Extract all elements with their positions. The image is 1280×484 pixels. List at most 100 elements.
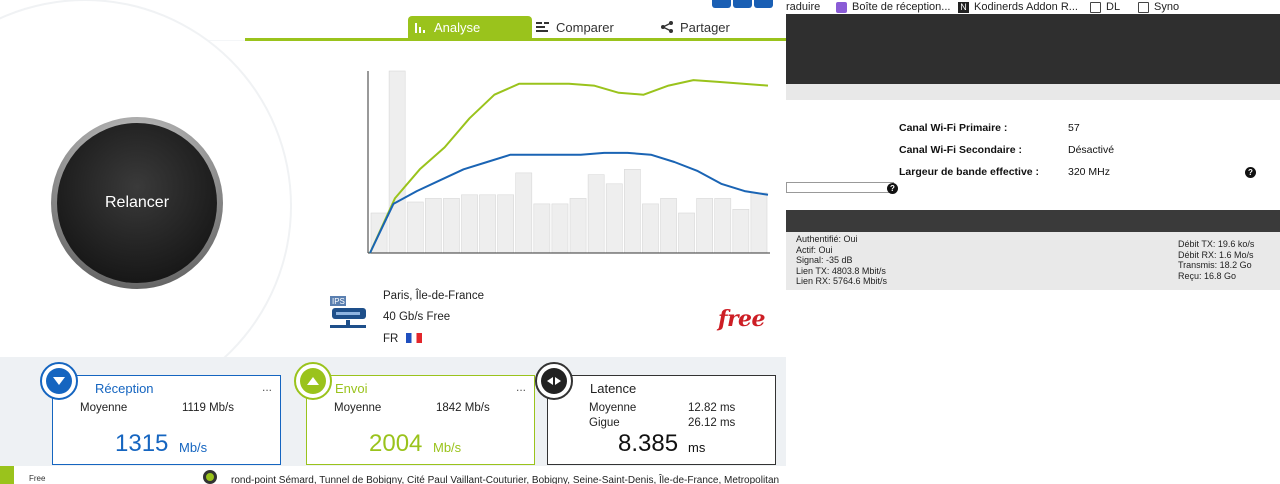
stat-left: Actif: Oui [796, 244, 833, 255]
mail-icon [836, 1, 847, 13]
tab-label: Analyse [434, 19, 481, 35]
tab-comparer[interactable]: Comparer [530, 16, 630, 38]
jitter-label: Gigue [589, 417, 620, 429]
upload-badge [294, 362, 332, 400]
user-icon[interactable] [733, 0, 752, 8]
free-logo: free [718, 306, 766, 332]
stat-left: Lien RX: 5764.6 Mbit/s [796, 276, 888, 286]
wifi-secondary-label: Canal Wi-Fi Secondaire : [899, 144, 1023, 156]
chart-bar [696, 198, 714, 254]
stat-left: Lien TX: 4803.8 Mbit/s [796, 265, 886, 276]
chart-bar [678, 212, 695, 254]
chart-bar [587, 174, 605, 254]
stat-right: Débit TX: 19.6 ko/s [1178, 239, 1255, 249]
chart-bar [425, 198, 442, 254]
reception-badge [40, 362, 78, 400]
bookmark-item[interactable]: N Kodinerds Addon R... [958, 0, 1078, 14]
avg-label: Moyenne [589, 402, 637, 414]
bookmark-item[interactable]: raduire [786, 0, 820, 14]
chart-bar [479, 194, 496, 254]
chart-bar [732, 209, 750, 254]
speed-unit: Mb/s [179, 440, 208, 455]
bookmark-label: raduire [786, 1, 821, 13]
chart-bar [551, 203, 569, 254]
reception-speed: 1315 [115, 430, 169, 457]
upload-arrow-icon [300, 368, 326, 394]
footer-tab[interactable] [0, 466, 14, 484]
bookmark-item[interactable]: DL [1090, 0, 1120, 14]
server-icon: IPS [330, 296, 366, 328]
reception-title: Réception [95, 381, 154, 396]
latency-card[interactable]: Latence Moyenne 12.82 ms Gigue 26.12 ms … [535, 362, 776, 465]
latency-arrows-icon [541, 368, 567, 394]
speedtest-panel: Analyse Comparer Partager Relancer IPS P… [0, 0, 786, 484]
admin-section-bar [786, 210, 1280, 232]
chart-bar [443, 198, 460, 254]
stat-left: Authentifié: Oui [796, 234, 858, 244]
stat-right: Transmis: 18.2 Go [1178, 260, 1252, 270]
server-location: Paris, Île-de-France [383, 290, 484, 302]
tab-label: Partager [680, 19, 730, 35]
address-text: rond-point Sémard, Tunnel de Bobigny, Ci… [231, 475, 780, 484]
speed-unit: Mb/s [433, 440, 462, 455]
chart-bar [660, 198, 677, 254]
compare-icon[interactable] [754, 0, 773, 8]
bandwidth-label: Largeur de bande effective : [899, 166, 1040, 178]
speed-chart [367, 70, 770, 254]
latency-unit: ms [688, 440, 706, 455]
chart-bar [406, 201, 424, 254]
wifi-primary-label: Canal Wi-Fi Primaire : [899, 122, 1008, 134]
latency-value: 8.385 [618, 430, 679, 457]
wifi-secondary-value: Désactivé [1068, 144, 1115, 156]
chart-bar [623, 169, 641, 254]
chart-bar [461, 194, 478, 254]
tab-partager[interactable]: Partager [654, 16, 744, 38]
download-arrow-icon [46, 368, 72, 394]
more-button[interactable]: ... [516, 380, 526, 394]
chart-bar [642, 203, 659, 254]
chart-bar [533, 203, 551, 254]
relaunch-button[interactable]: Relancer [57, 123, 217, 283]
chart-bar [569, 198, 587, 254]
chart-bar [714, 198, 732, 254]
result-cards: Réception ... Moyenne 1119 Mb/s 1315 Mb/… [0, 357, 786, 484]
avg-value: 12.82 ms [688, 402, 736, 414]
tab-analyse[interactable]: Analyse [408, 16, 532, 38]
bookmarks-bar: raduire Boîte de réception... N Kodinerd… [786, 0, 1280, 14]
avg-value: 1842 Mb/s [436, 402, 490, 414]
upload-card[interactable]: Envoi ... Moyenne 1842 Mb/s 2004 Mb/s [294, 362, 535, 465]
folder-icon [1138, 1, 1149, 13]
result-area: Relancer IPS Paris, Île-de-France 40 Gb/… [0, 1, 786, 411]
bookmark-label: Boîte de réception... [852, 1, 951, 13]
stat-right: Reçu: 16.8 Go [1178, 270, 1237, 281]
bookmark-label: DL [1106, 1, 1121, 13]
wifi-primary-value: 57 [1068, 122, 1080, 134]
chart-bar [388, 70, 406, 254]
france-flag-icon [406, 333, 423, 343]
stat-right: Débit RX: 1.6 Mo/s [1178, 249, 1254, 260]
upload-speed: 2004 [369, 430, 423, 457]
reception-card[interactable]: Réception ... Moyenne 1119 Mb/s 1315 Mb/… [40, 362, 281, 465]
download-icon[interactable] [712, 0, 731, 8]
latency-title: Latence [590, 381, 637, 396]
bar-chart-icon [415, 23, 425, 33]
folder-icon [1090, 1, 1101, 13]
bandwidth-value: 320 MHz [1068, 166, 1111, 178]
isp-label: Free [29, 474, 46, 483]
kodinerds-icon: N [958, 1, 969, 13]
station-stats: Authentifié: Oui Actif: Oui Signal: -35 … [786, 232, 1280, 290]
location-pin-icon [203, 470, 217, 484]
server-plan: 40 Gb/s Free [383, 311, 451, 323]
more-button[interactable]: ... [262, 380, 272, 394]
bookmark-label: Syno [1154, 1, 1180, 13]
admin-text-input[interactable] [786, 182, 894, 193]
stat-left: Signal: -35 dB [796, 255, 853, 265]
chart-bar [515, 172, 533, 254]
bookmark-item[interactable]: Syno [1138, 0, 1179, 14]
avg-value: 1119 Mb/s [182, 402, 234, 414]
help-icon[interactable]: ? [887, 183, 898, 194]
svg-text:IPS: IPS [332, 297, 345, 306]
country-code: FR [383, 333, 399, 345]
bookmark-item[interactable]: Boîte de réception... [836, 0, 950, 14]
help-icon[interactable]: ? [1245, 167, 1256, 178]
